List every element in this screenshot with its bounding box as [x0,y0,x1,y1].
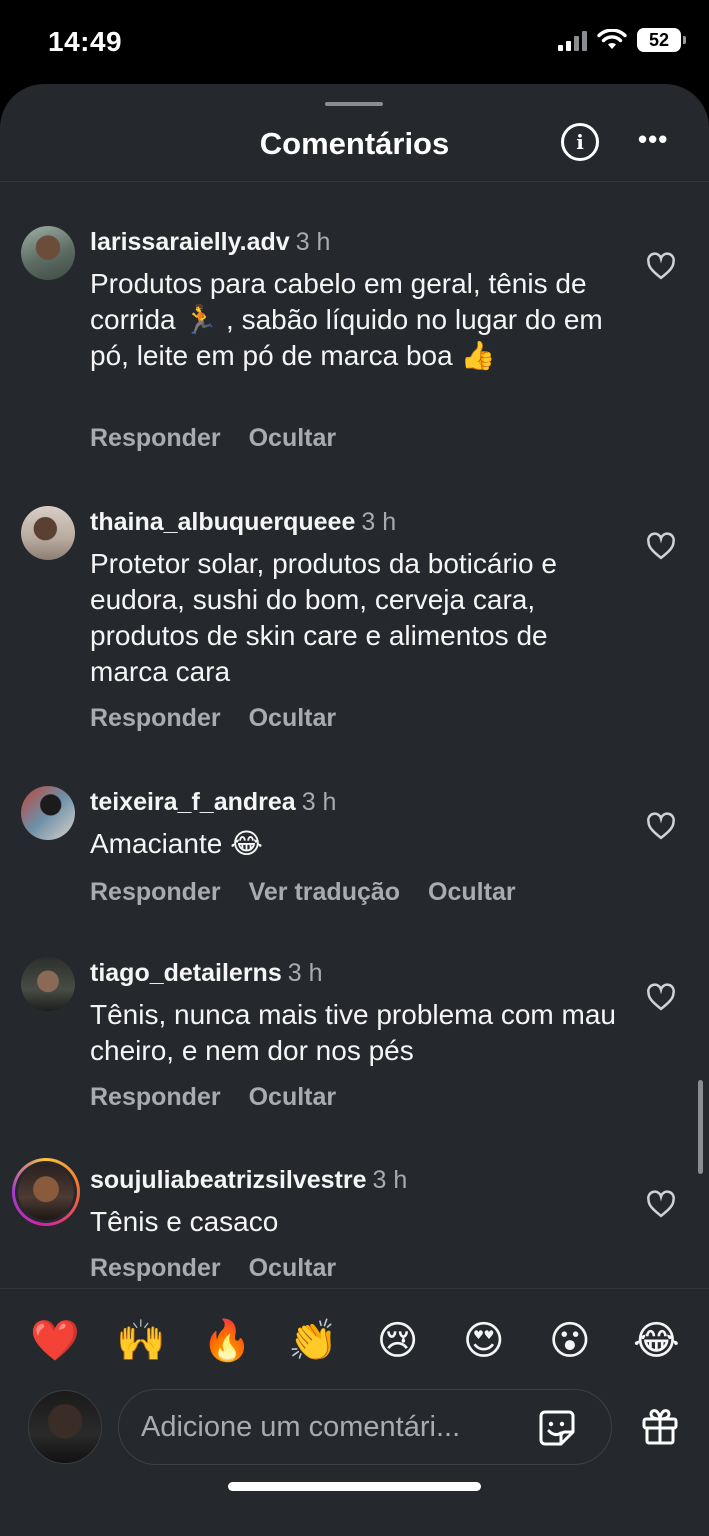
wifi-icon [597,29,627,49]
heart-icon[interactable] [646,1190,676,1218]
sticker-icon[interactable] [537,1408,577,1448]
reply-button[interactable]: Responder [90,424,221,453]
comment-composer: Adicione um comentári... [0,1386,709,1466]
comment-text: Produtos para cabelo em geral, tênis de … [90,268,603,371]
reply-button[interactable]: Responder [90,704,221,733]
comment-meta: soujuliabeatrizsilvestre 3 h [90,1166,407,1195]
reply-button[interactable]: Responder [90,1083,221,1112]
comment-time: 3 h [361,508,397,536]
comment-text: Amaciante 😂 [90,828,263,859]
emoji-surprised-button[interactable]: 😮 [547,1318,593,1364]
comment-input-placeholder: Adicione um comentári... [141,1411,461,1443]
status-time: 14:49 [48,26,123,57]
heart-icon[interactable] [646,983,676,1011]
comment-time: 3 h [287,959,323,987]
sheet-title: Comentários [259,126,450,161]
emoji-reaction-bar: ❤️ 🙌 🔥 👏 😢 😍 😮 😂 [0,1288,709,1392]
reply-button[interactable]: Responder [90,878,221,907]
comment-actions: Responder Ocultar [90,1083,336,1112]
status-icons: 52 [558,28,686,52]
heart-icon[interactable] [646,252,676,280]
emoji-clap-button[interactable]: 👏 [288,1317,338,1364]
comment-username[interactable]: thaina_albuquerqueee [90,508,355,536]
emoji-fire-button[interactable]: 🔥 [202,1317,252,1364]
avatar[interactable] [21,506,75,560]
heart-icon[interactable] [646,812,676,840]
heart-icon[interactable] [646,532,676,560]
my-avatar[interactable] [28,1390,102,1464]
sheet-grabber[interactable] [325,102,383,106]
hide-button[interactable]: Ocultar [249,1254,337,1283]
comments-sheet: Comentários i ••• larissaraielly.adv 3 h … [0,84,709,1536]
gift-icon[interactable] [640,1406,680,1446]
hide-button[interactable]: Ocultar [249,1083,337,1112]
hide-button[interactable]: Ocultar [249,424,337,453]
home-indicator [228,1482,481,1491]
info-icon[interactable]: i [561,123,599,161]
comment-actions: Responder Ocultar [90,704,336,733]
sheet-header: Comentários i ••• [0,108,709,182]
comment-actions: Responder Ocultar [90,1254,336,1283]
comment-text: Tênis e casaco [90,1206,279,1237]
scrollbar[interactable] [698,1080,703,1174]
avatar[interactable] [21,226,75,280]
emoji-heart-eyes-button[interactable]: 😍 [461,1318,507,1364]
comment-text: Protetor solar, produtos da boticário e … [90,548,557,687]
translate-button[interactable]: Ver tradução [249,878,400,907]
comment-time: 3 h [301,788,337,816]
comment-input[interactable]: Adicione um comentári... [118,1389,612,1465]
avatar [18,1164,74,1220]
comment-time: 3 h [372,1166,408,1194]
hide-button[interactable]: Ocultar [428,878,516,907]
comment-meta: tiago_detailerns 3 h [90,959,323,988]
emoji-heart-button[interactable]: ❤️ [30,1317,80,1364]
comment-actions: Responder Ocultar [90,424,336,453]
comment-meta: teixeira_f_andrea 3 h [90,788,336,817]
reply-button[interactable]: Responder [90,1254,221,1283]
avatar[interactable] [21,957,75,1011]
comment-actions: Responder Ver tradução Ocultar [90,878,516,907]
emoji-raised-hands-button[interactable]: 🙌 [116,1317,166,1364]
hide-button[interactable]: Ocultar [249,704,337,733]
comment-text: Tênis, nunca mais tive problema com mau … [90,999,616,1066]
comment-username[interactable]: tiago_detailerns [90,959,282,987]
emoji-laugh-button[interactable]: 😂 [633,1318,680,1364]
comment-username[interactable]: teixeira_f_andrea [90,788,296,816]
comment-time: 3 h [295,228,331,256]
battery-icon: 52 [637,28,686,52]
avatar-story-ring[interactable] [12,1158,80,1226]
status-bar: 14:49 52 [0,0,709,84]
cellular-signal-icon [558,29,587,51]
comment-meta: larissaraielly.adv 3 h [90,228,330,257]
more-options-icon[interactable]: ••• [638,124,668,155]
comment-meta: thaina_albuquerqueee 3 h [90,508,396,537]
comment-username[interactable]: larissaraielly.adv [90,228,290,256]
avatar[interactable] [21,786,75,840]
comment-username[interactable]: soujuliabeatrizsilvestre [90,1166,367,1194]
emoji-cry-button[interactable]: 😢 [375,1318,421,1364]
